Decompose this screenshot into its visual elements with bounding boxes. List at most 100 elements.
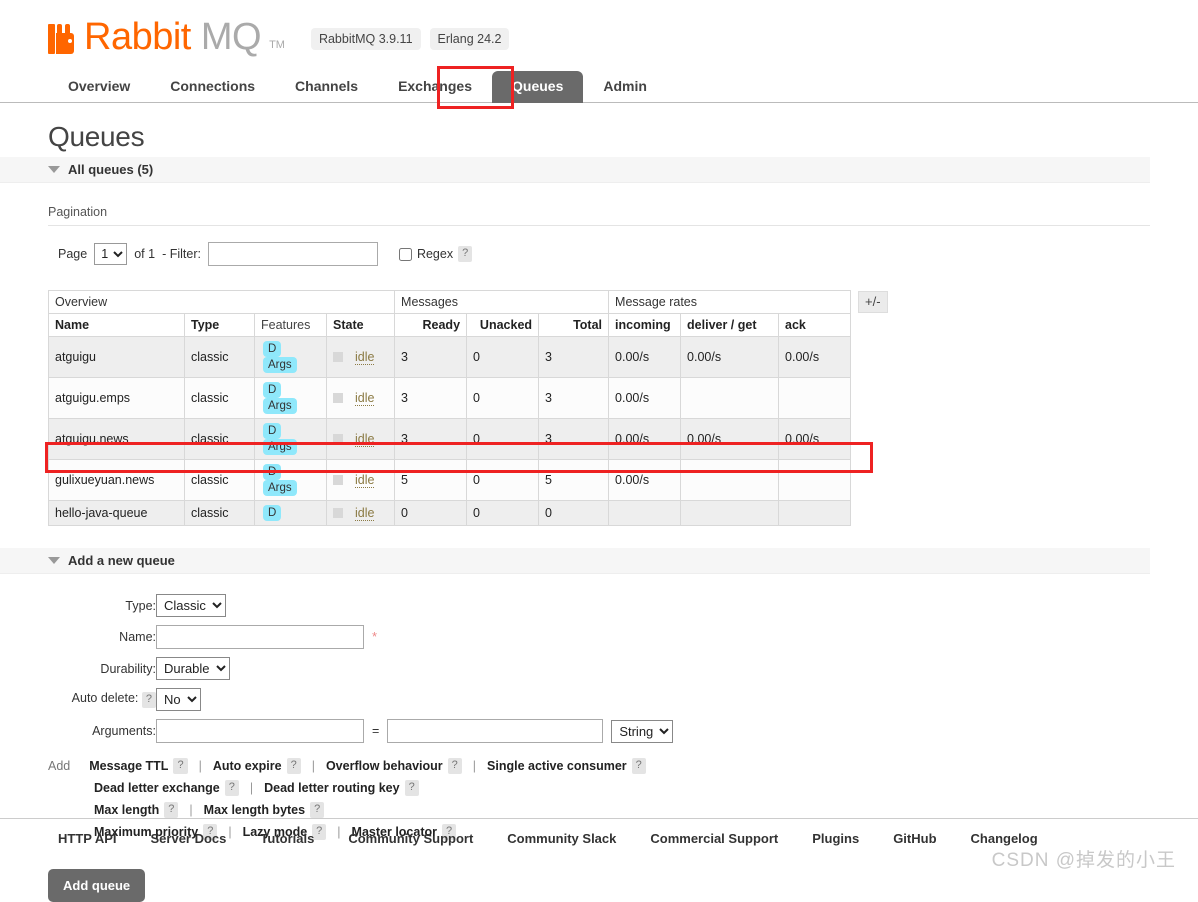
queue-total: 5 [538, 459, 610, 501]
queue-type-select[interactable]: Classic [156, 594, 226, 617]
footer-link-commercial-support[interactable]: Commercial Support [650, 831, 778, 846]
argument-type-select[interactable]: String [611, 719, 674, 743]
col-ack[interactable]: ack [778, 313, 852, 337]
queue-name[interactable]: atguigu [48, 336, 185, 378]
footer-link-github[interactable]: GitHub [893, 831, 936, 846]
single-active-consumer-help-icon[interactable]: ? [631, 758, 646, 774]
queue-total: 0 [538, 500, 610, 526]
preset-auto-expire[interactable]: Auto expire [213, 755, 282, 777]
nav-item-admin[interactable]: Admin [583, 71, 667, 103]
queue-state-cell: idle [325, 418, 396, 460]
footer-item[interactable]: GitHub [893, 831, 936, 846]
col-features[interactable]: Features [254, 313, 327, 337]
footer-link-community-support[interactable]: Community Support [348, 831, 473, 846]
preset-overflow-behaviour[interactable]: Overflow behaviour [326, 755, 443, 777]
tab-admin[interactable]: Admin [583, 71, 667, 103]
preset-separator: | [198, 759, 202, 773]
collapse-caret-icon[interactable] [48, 557, 60, 564]
queue-name[interactable]: atguigu.emps [48, 377, 185, 419]
footer-item[interactable]: Plugins [812, 831, 859, 846]
type-field-cell: Classic [156, 590, 673, 621]
form-row-name: Name: * [48, 621, 673, 653]
col-type[interactable]: Type [184, 313, 255, 337]
max-length-bytes-help-icon[interactable]: ? [310, 802, 325, 818]
footer-item[interactable]: Tutorials [260, 831, 314, 846]
message-ttl-help-icon[interactable]: ? [173, 758, 188, 774]
footer-link-plugins[interactable]: Plugins [812, 831, 859, 846]
tab-connections[interactable]: Connections [150, 71, 275, 103]
footer-item[interactable]: Changelog [971, 831, 1038, 846]
nav-item-overview[interactable]: Overview [48, 71, 150, 103]
queue-state-cell: idle [325, 336, 396, 378]
all-queues-section-header[interactable]: All queues (5) [0, 157, 1150, 183]
queue-type: classic [184, 418, 255, 460]
col-ready[interactable]: Ready [394, 313, 468, 337]
queue-deliver-get-rate [680, 500, 780, 526]
col-state[interactable]: State [325, 313, 396, 337]
regex-help-icon[interactable]: ? [458, 246, 473, 262]
preset-message-ttl[interactable]: Message TTL [89, 755, 168, 777]
feature-badge-durable: D [263, 464, 282, 480]
queue-ack-rate [778, 377, 852, 419]
add-queue-button[interactable]: Add queue [48, 869, 146, 902]
durability-label: Durability: [100, 661, 156, 676]
table-row[interactable]: atguigu classic DArgs idle 3 0 3 0.00/s … [48, 336, 852, 378]
collapse-caret-icon[interactable] [48, 166, 60, 173]
nav-item-channels[interactable]: Channels [275, 71, 378, 103]
col-name[interactable]: Name [48, 313, 185, 337]
col-deliver-get[interactable]: deliver / get [680, 313, 780, 337]
version-badges: RabbitMQ 3.9.11 Erlang 24.2 [310, 28, 510, 50]
footer-item[interactable]: Community Support [348, 831, 473, 846]
dead-letter-routing-key-help-icon[interactable]: ? [404, 780, 419, 796]
dead-letter-exchange-help-icon[interactable]: ? [224, 780, 239, 796]
footer-link-community-slack[interactable]: Community Slack [507, 831, 616, 846]
tab-overview[interactable]: Overview [48, 71, 150, 103]
toggle-columns-button[interactable]: +/- [858, 291, 888, 313]
col-total[interactable]: Total [538, 313, 610, 337]
tab-channels[interactable]: Channels [275, 71, 378, 103]
table-row[interactable]: atguigu.news classic DArgs idle 3 0 3 0.… [48, 418, 852, 460]
argument-value-input[interactable] [387, 719, 604, 743]
page-select[interactable]: 1 [94, 243, 128, 265]
preset-single-active-consumer[interactable]: Single active consumer [487, 755, 627, 777]
auto-expire-help-icon[interactable]: ? [286, 758, 301, 774]
queue-name[interactable]: gulixueyuan.news [48, 459, 185, 501]
group-messages: Messages [394, 290, 610, 314]
preset-dead-letter-exchange[interactable]: Dead letter exchange [94, 777, 220, 799]
footer-link-tutorials[interactable]: Tutorials [260, 831, 314, 846]
queue-name[interactable]: atguigu.news [48, 418, 185, 460]
preset-dead-letter-routing-key[interactable]: Dead letter routing key [264, 777, 399, 799]
max-length-help-icon[interactable]: ? [164, 802, 179, 818]
tab-queues[interactable]: Queues [492, 71, 584, 103]
nav-item-connections[interactable]: Connections [150, 71, 275, 103]
auto-delete-select[interactable]: No [156, 688, 201, 711]
auto-delete-help-icon[interactable]: ? [141, 692, 156, 708]
footer-item[interactable]: Community Slack [507, 831, 616, 846]
durability-select[interactable]: Durable [156, 657, 230, 680]
nav-item-queues[interactable]: Queues [492, 71, 584, 103]
nav-item-exchanges[interactable]: Exchanges [378, 71, 492, 103]
argument-key-input[interactable] [156, 719, 364, 743]
col-incoming[interactable]: incoming [608, 313, 682, 337]
col-unacked[interactable]: Unacked [466, 313, 540, 337]
queue-name-input[interactable] [156, 625, 364, 649]
add-queue-section-header[interactable]: Add a new queue [0, 548, 1150, 574]
filter-input[interactable] [207, 242, 378, 266]
footer-item[interactable]: HTTP API [58, 831, 117, 846]
table-row[interactable]: gulixueyuan.news classic DArgs idle 5 0 … [48, 459, 852, 501]
regex-checkbox[interactable] [398, 247, 412, 261]
queue-type: classic [184, 500, 255, 526]
footer-item[interactable]: Server Docs [151, 831, 227, 846]
overflow-behaviour-help-icon[interactable]: ? [447, 758, 462, 774]
footer-item[interactable]: Commercial Support [650, 831, 778, 846]
footer-link-server-docs[interactable]: Server Docs [151, 831, 227, 846]
table-group-header-row: Overview Messages Message rates [47, 290, 852, 314]
footer-link-changelog[interactable]: Changelog [971, 831, 1038, 846]
queue-name[interactable]: hello-java-queue [48, 500, 185, 526]
tab-exchanges[interactable]: Exchanges [378, 71, 492, 103]
feature-badge-args: Args [263, 439, 297, 455]
queue-ready: 3 [394, 377, 468, 419]
footer-link-http-api[interactable]: HTTP API [58, 831, 117, 846]
table-row[interactable]: atguigu.emps classic DArgs idle 3 0 3 0.… [48, 377, 852, 419]
table-row[interactable]: hello-java-queue classic D idle 0 0 0 [48, 500, 852, 526]
